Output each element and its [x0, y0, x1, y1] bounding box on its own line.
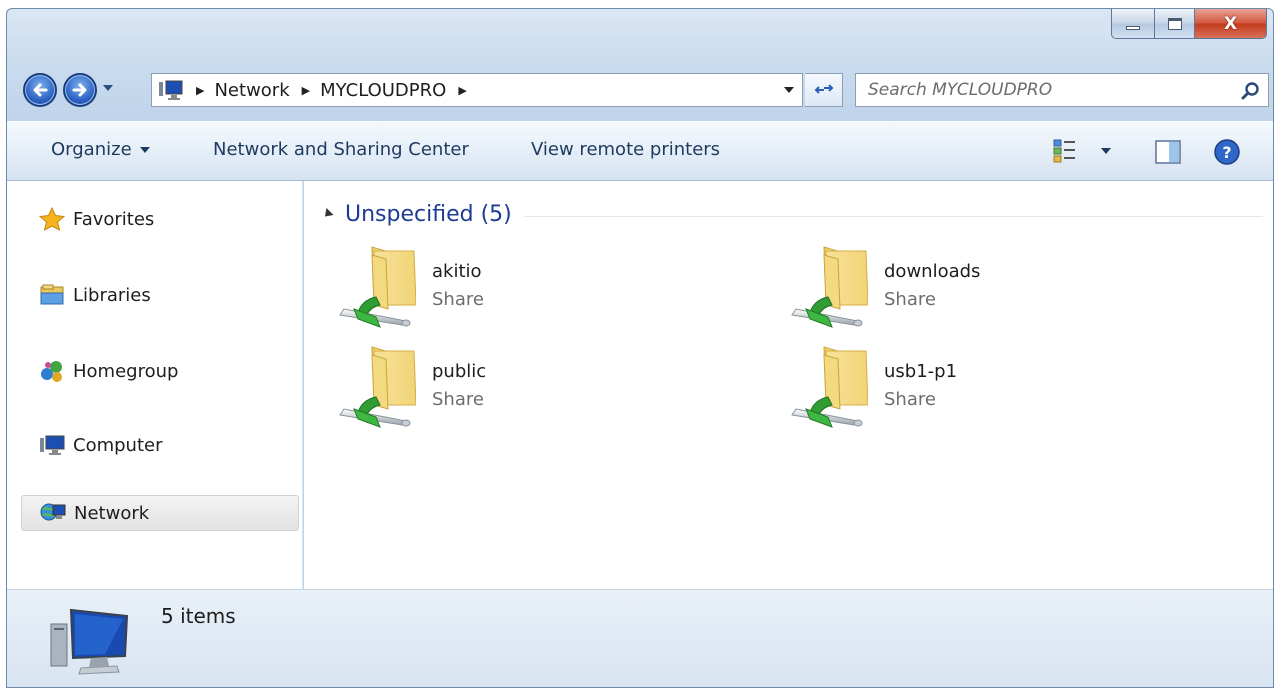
address-bar[interactable]: ▶ Network ▶ MYCLOUDPRO ▶ — [151, 73, 803, 107]
shared-folder-icon — [336, 243, 416, 333]
search-box[interactable] — [855, 73, 1269, 107]
back-button[interactable] — [23, 73, 57, 107]
preview-pane-icon[interactable] — [1155, 140, 1181, 164]
sidebar-item-libraries[interactable]: Libraries — [21, 277, 299, 313]
close-icon: X — [1223, 13, 1238, 34]
maximize-icon — [1167, 17, 1182, 30]
computer-icon — [50, 608, 129, 675]
change-view-icon[interactable] — [1053, 138, 1077, 164]
organize-label: Organize — [51, 139, 132, 160]
network-icon — [40, 503, 66, 521]
recent-pages-dropdown[interactable] — [101, 81, 115, 95]
navigation-row: ▶ Network ▶ MYCLOUDPRO ▶ — [21, 69, 1273, 111]
item-type: Share — [432, 289, 484, 310]
sidebar-item-computer[interactable]: Computer — [21, 427, 299, 463]
collapse-group-icon[interactable] — [321, 207, 334, 221]
breadcrumb-chevron-icon[interactable]: ▶ — [302, 84, 310, 97]
computer-icon — [40, 435, 65, 455]
homegroup-icon — [41, 361, 62, 382]
shared-folder-icon — [788, 343, 868, 433]
star-icon — [39, 207, 65, 231]
organize-button[interactable]: Organize — [51, 139, 150, 160]
view-options-dropdown-icon[interactable] — [1101, 148, 1111, 154]
breadcrumb-network[interactable]: Network — [214, 80, 289, 101]
list-item[interactable]: akitio Share — [336, 243, 756, 333]
address-dropdown-icon[interactable] — [784, 87, 794, 93]
sidebar-item-label: Computer — [73, 434, 163, 456]
list-item[interactable]: public Share — [336, 343, 756, 433]
forward-button[interactable] — [63, 73, 97, 107]
search-icon[interactable] — [1240, 81, 1260, 101]
sidebar-item-homegroup[interactable]: Homegroup — [21, 353, 299, 389]
forward-arrow-icon — [72, 83, 87, 97]
item-name: usb1-p1 — [884, 361, 958, 382]
sidebar-item-label: Homegroup — [73, 360, 179, 382]
search-input[interactable] — [868, 80, 1228, 100]
sidebar-item-label: Favorites — [73, 208, 155, 230]
maximize-button[interactable] — [1155, 9, 1195, 39]
list-item[interactable]: usb1-p1 Share — [788, 343, 1208, 433]
cropped-top-text — [0, 0, 700, 8]
item-name: public — [432, 361, 487, 382]
breadcrumb-chevron-icon[interactable]: ▶ — [196, 84, 204, 97]
minimize-icon — [1126, 25, 1140, 30]
group-header[interactable]: Unspecified (5) — [320, 199, 1263, 229]
details-pane: 5 items — [7, 589, 1273, 687]
shared-folder-icon — [788, 243, 868, 333]
refresh-button[interactable] — [805, 73, 843, 107]
item-name: downloads — [884, 261, 981, 282]
svg-text:?: ? — [1222, 143, 1231, 162]
item-name: akitio — [432, 261, 482, 282]
caption-buttons: X — [1111, 9, 1267, 41]
network-sharing-center-button[interactable]: Network and Sharing Center — [213, 139, 469, 160]
breadcrumb-chevron-icon[interactable]: ▶ — [458, 84, 466, 97]
close-button[interactable]: X — [1195, 9, 1267, 39]
back-arrow-icon — [33, 83, 48, 97]
libraries-icon — [40, 284, 64, 305]
sidebar-item-label: Libraries — [73, 284, 151, 306]
item-count: 5 items — [161, 604, 236, 628]
file-list: Unspecified (5) akitio Share downloads S… — [304, 181, 1273, 589]
breadcrumb-mycloudpro[interactable]: MYCLOUDPRO — [320, 80, 446, 101]
item-type: Share — [432, 389, 484, 410]
minimize-button[interactable] — [1111, 9, 1155, 39]
refresh-icon — [814, 84, 833, 94]
computer-icon — [159, 80, 183, 100]
group-title: Unspecified (5) — [345, 201, 512, 227]
sidebar-item-label: Network — [74, 502, 150, 524]
list-item[interactable]: downloads Share — [788, 243, 1208, 333]
sidebar-item-favorites[interactable]: Favorites — [21, 201, 299, 237]
item-type: Share — [884, 289, 936, 310]
command-bar: Organize Network and Sharing Center View… — [7, 121, 1273, 181]
help-icon[interactable]: ? — [1213, 138, 1241, 166]
sidebar-item-network[interactable]: Network — [21, 495, 299, 531]
shared-folder-icon — [336, 343, 416, 433]
explorer-window: X ▶ Network ▶ MYCLOUDPRO ▶ Search MYCLOU… — [6, 8, 1274, 688]
group-divider — [523, 215, 1263, 217]
item-type: Share — [884, 389, 936, 410]
chevron-down-icon — [139, 147, 150, 153]
navigation-pane: Favorites Libraries Homegroup Computer N… — [7, 181, 303, 589]
view-remote-printers-button[interactable]: View remote printers — [531, 139, 720, 160]
